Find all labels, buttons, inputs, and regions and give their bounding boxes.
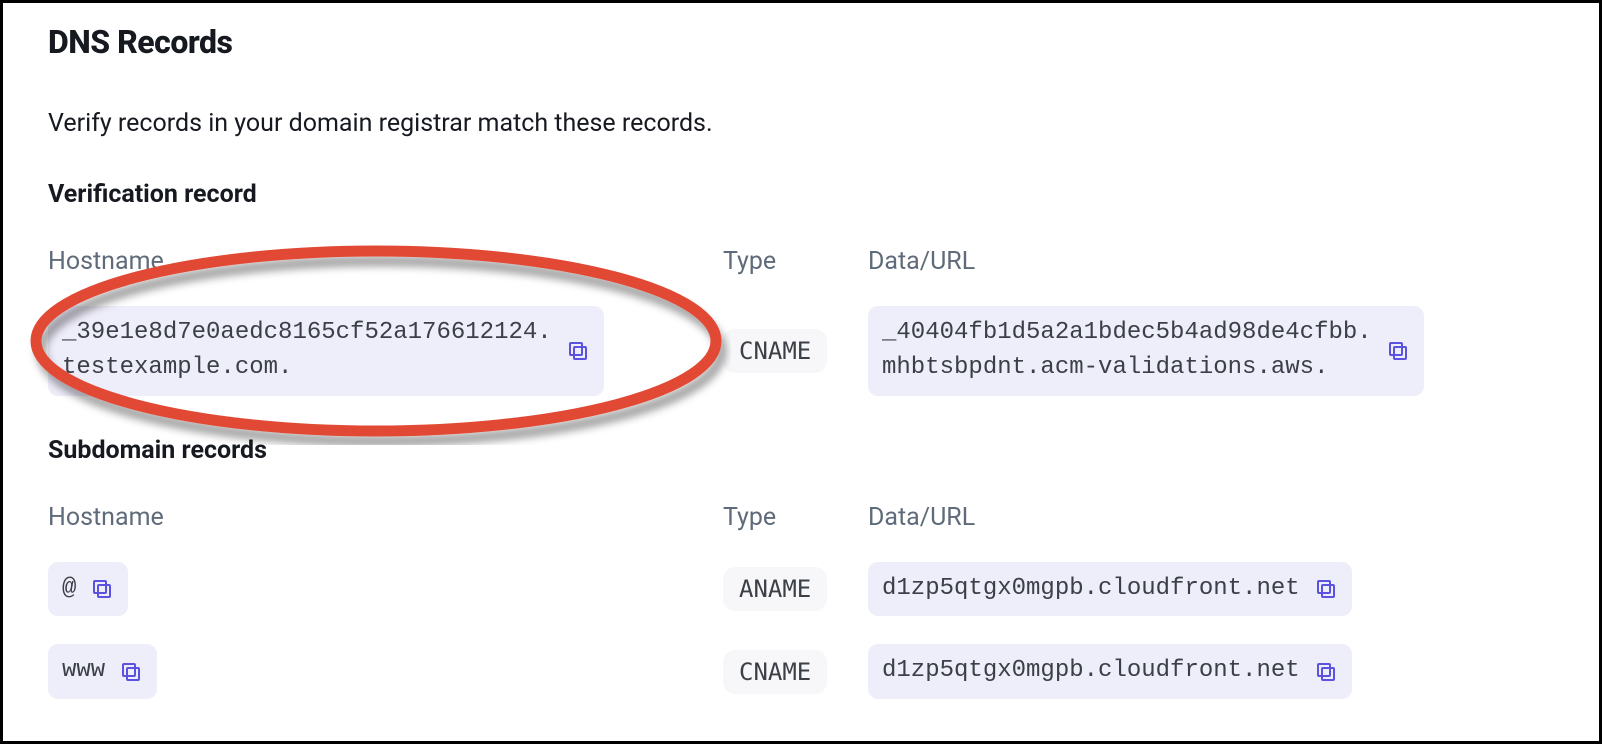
subdomain-data: d1zp5qtgx0mgpb.cloudfront.net xyxy=(882,654,1300,689)
verification-headers: Hostname Type Data/URL xyxy=(48,247,1554,306)
subdomain-data-box: d1zp5qtgx0mgpb.cloudfront.net xyxy=(868,644,1352,699)
subdomain-headers: Hostname Type Data/URL xyxy=(48,503,1554,562)
verification-data: _40404fb1d5a2a1bdec5b4ad98de4cfbb. mhbts… xyxy=(882,316,1372,386)
copy-icon[interactable] xyxy=(566,339,590,363)
col-header-data: Data/URL xyxy=(868,247,1554,276)
verification-data-box: _40404fb1d5a2a1bdec5b4ad98de4cfbb. mhbts… xyxy=(868,306,1424,396)
copy-icon[interactable] xyxy=(119,660,143,684)
page-title: DNS Records xyxy=(48,23,1554,61)
subdomain-row: @ ANAME d1zp5qtgx0mgpb.cloudfront.net xyxy=(48,562,1554,617)
copy-icon[interactable] xyxy=(90,577,114,601)
verification-hostname-box: _39e1e8d7e0aedc8165cf52a176612124. teste… xyxy=(48,306,604,396)
col-header-type: Type xyxy=(723,247,868,276)
subdomain-data: d1zp5qtgx0mgpb.cloudfront.net xyxy=(882,572,1300,607)
instruction-text: Verify records in your domain registrar … xyxy=(48,109,1554,138)
verification-row: _39e1e8d7e0aedc8165cf52a176612124. teste… xyxy=(48,306,1554,396)
subdomain-type: CNAME xyxy=(723,650,827,694)
subdomain-heading: Subdomain records xyxy=(48,436,1554,465)
subdomain-hostname: @ xyxy=(62,572,76,607)
subdomain-hostname: www xyxy=(62,654,105,689)
verification-hostname: _39e1e8d7e0aedc8165cf52a176612124. teste… xyxy=(62,316,552,386)
col-header-hostname: Hostname xyxy=(48,503,723,532)
subdomain-type: ANAME xyxy=(723,567,827,611)
verification-heading: Verification record xyxy=(48,180,1554,209)
dns-records-panel: DNS Records Verify records in your domai… xyxy=(0,0,1602,744)
subdomain-hostname-box: @ xyxy=(48,562,128,617)
copy-icon[interactable] xyxy=(1386,339,1410,363)
subdomain-data-box: d1zp5qtgx0mgpb.cloudfront.net xyxy=(868,562,1352,617)
col-header-hostname: Hostname xyxy=(48,247,723,276)
subdomain-hostname-box: www xyxy=(48,644,157,699)
copy-icon[interactable] xyxy=(1314,577,1338,601)
col-header-type: Type xyxy=(723,503,868,532)
verification-type: CNAME xyxy=(723,329,827,373)
copy-icon[interactable] xyxy=(1314,660,1338,684)
subdomain-row: www CNAME d1zp5qtgx0mgpb.cloudfront.net xyxy=(48,644,1554,699)
col-header-data: Data/URL xyxy=(868,503,1554,532)
